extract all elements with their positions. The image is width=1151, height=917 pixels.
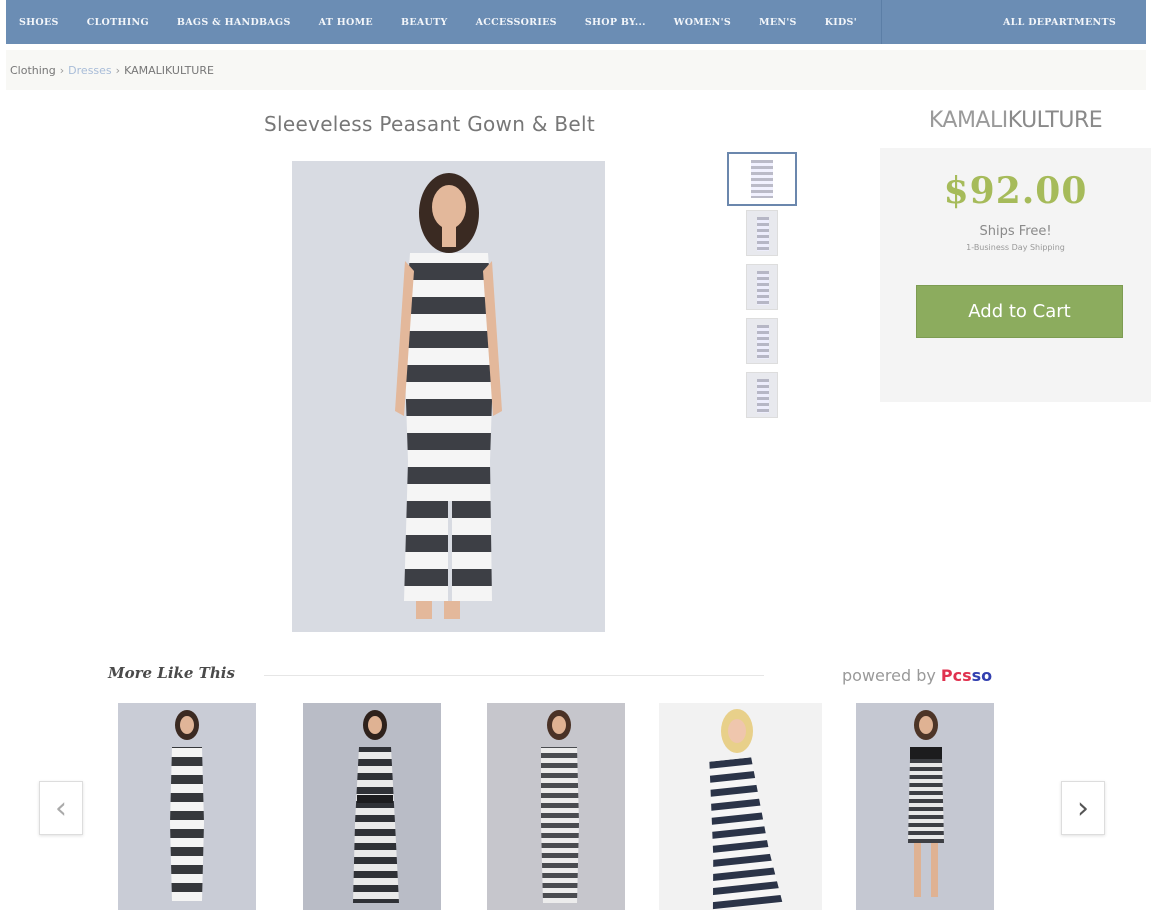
nav-divider (880, 0, 882, 44)
chevron-left-icon: ‹ (55, 790, 67, 826)
add-to-cart-button[interactable]: Add to Cart (916, 285, 1123, 338)
thumbnail-strip (726, 152, 798, 426)
dress-illustration (709, 709, 783, 910)
nav-item-beauty[interactable]: BEAUTY (387, 17, 462, 28)
breadcrumb-separator: › (115, 63, 121, 77)
product-title: Sleeveless Peasant Gown & Belt (264, 112, 596, 136)
dress-illustration (170, 710, 204, 901)
powered-by: powered by Pcsso (842, 666, 992, 685)
breadcrumb-separator: › (59, 63, 65, 77)
chevron-right-icon: › (1077, 790, 1089, 826)
shipping-subtext: 1-Business Day Shipping (966, 243, 1065, 252)
model-illustration (395, 173, 502, 619)
brand-logo-light: KAMALI (928, 107, 1008, 133)
price: $92.00 (943, 170, 1088, 212)
nav-item-kids[interactable]: KIDS' (811, 17, 871, 28)
buy-box: KAMALI KULTURE $92.00 Ships Free! 1-Busin… (880, 92, 1151, 402)
carousel-next-button[interactable]: › (1061, 781, 1105, 835)
nav-item-accessories[interactable]: ACCESSORIES (462, 17, 571, 28)
powered-by-label: powered by (842, 666, 936, 685)
breadcrumb: Clothing › Dresses › KAMALIKULTURE (6, 50, 1146, 90)
brand-logo-bold: KULTURE (1007, 107, 1103, 133)
recommendation-item[interactable] (856, 703, 994, 910)
top-navigation: SHOES CLOTHING BAGS & HANDBAGS AT HOME B… (6, 0, 1146, 44)
nav-item-mens[interactable]: MEN'S (745, 17, 811, 28)
shipping-text: Ships Free! (979, 224, 1052, 239)
nav-item-all-departments[interactable]: ALL DEPARTMENTS (969, 17, 1146, 28)
dress-illustration (353, 710, 399, 903)
dress-illustration (908, 710, 944, 897)
thumbnail-1[interactable] (727, 152, 797, 206)
thumbnail-5[interactable] (746, 372, 778, 418)
recommendation-item[interactable] (659, 703, 822, 910)
more-like-this-heading: More Like This (108, 664, 235, 682)
nav-item-womens[interactable]: WOMEN'S (660, 17, 745, 28)
nav-item-shop-by[interactable]: SHOP BY... (571, 17, 660, 28)
section-divider (264, 675, 764, 676)
recommendation-item[interactable] (118, 703, 256, 910)
nav-item-clothing[interactable]: CLOTHING (73, 17, 163, 28)
recommendation-item[interactable] (487, 703, 625, 910)
nav-item-at-home[interactable]: AT HOME (305, 17, 387, 28)
thumbnail-2[interactable] (746, 210, 778, 256)
brand-logo[interactable]: KAMALI KULTURE (880, 92, 1151, 148)
pcsso-logo-part-a: Pcs (940, 666, 972, 685)
dress-illustration (541, 710, 579, 903)
nav-item-shoes[interactable]: SHOES (6, 17, 73, 28)
thumbnail-3[interactable] (746, 264, 778, 310)
carousel-prev-button[interactable]: ‹ (39, 781, 83, 835)
breadcrumb-dresses[interactable]: Dresses (68, 64, 111, 77)
breadcrumb-brand: KAMALIKULTURE (124, 63, 214, 77)
main-product-image[interactable] (292, 161, 605, 632)
thumbnail-4[interactable] (746, 318, 778, 364)
recommendation-item[interactable] (303, 703, 441, 910)
pcsso-logo-part-b: so (971, 666, 993, 685)
nav-item-bags-handbags[interactable]: BAGS & HANDBAGS (163, 17, 305, 28)
breadcrumb-clothing[interactable]: Clothing (10, 64, 56, 77)
